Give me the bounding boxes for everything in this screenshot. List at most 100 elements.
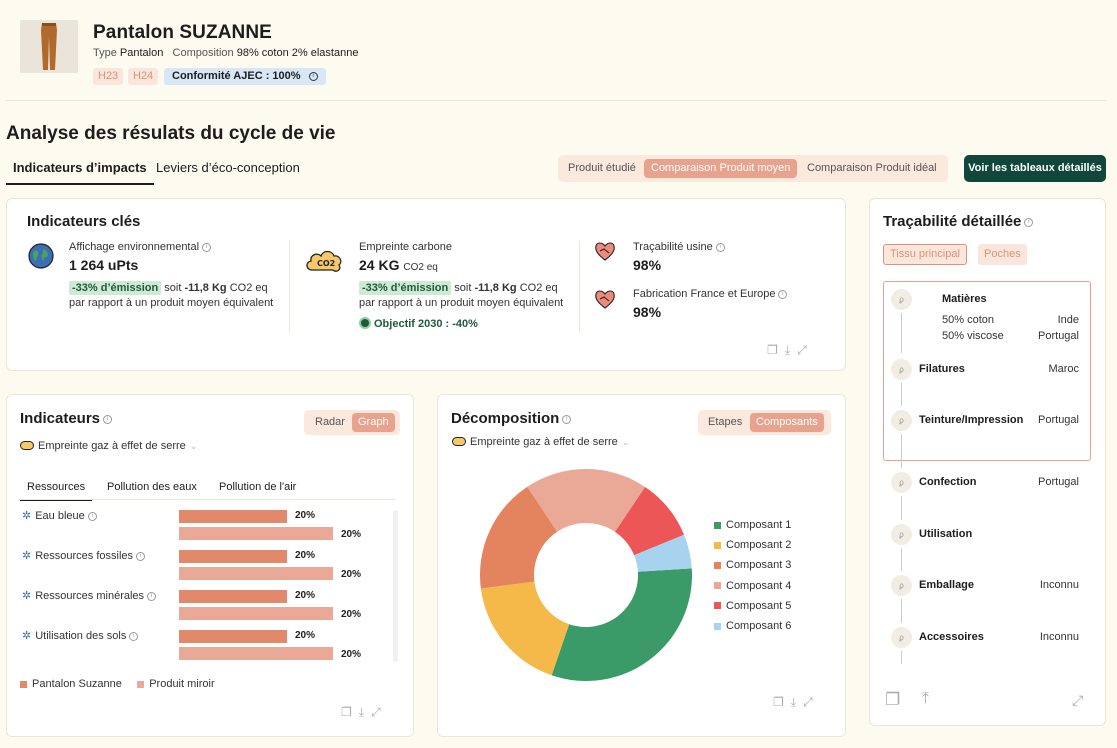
info-icon[interactable]: i xyxy=(103,414,113,424)
emission-tag: -33% d’émission xyxy=(359,281,452,295)
bar-value-label: 20% xyxy=(341,609,362,620)
material-origin: Inde xyxy=(1057,314,1079,326)
step-value: Portugal xyxy=(1038,476,1079,488)
objective-2030: Objectif 2030 : -40% xyxy=(359,317,478,330)
info-icon[interactable]: i xyxy=(129,631,139,641)
info-icon[interactable]: i xyxy=(715,242,725,252)
product-thumbnail xyxy=(20,20,78,73)
subtab-resources[interactable]: Ressources xyxy=(20,481,92,501)
donut-slice-composant-1[interactable] xyxy=(551,568,692,681)
season-badge-h24: H24 xyxy=(128,68,159,85)
step-connector xyxy=(901,651,902,664)
bar-category-label: ✲ Eau bleue i xyxy=(22,509,97,522)
expand-icon[interactable]: ⤢ xyxy=(1072,692,1083,709)
product-title: Pantalon SUZANNE xyxy=(93,22,272,43)
step-node-icon: ϼ xyxy=(891,472,912,493)
donut-slice-composant-2[interactable] xyxy=(480,581,570,676)
download-icon[interactable]: ⤓ xyxy=(359,705,371,720)
copy-icon[interactable]: ❐ xyxy=(341,705,359,719)
bar-miroir[interactable] xyxy=(179,647,333,660)
info-icon[interactable]: i xyxy=(147,591,157,601)
product-meta: Type Pantalon Composition 98% coton 2% e… xyxy=(93,47,359,59)
subtab-water-pollution[interactable]: Pollution des eaux xyxy=(107,481,197,493)
bar-value-label: 20% xyxy=(295,590,316,601)
info-icon[interactable]: i xyxy=(202,242,212,252)
bar-pantalon[interactable] xyxy=(179,550,287,563)
info-icon[interactable]: i xyxy=(778,289,788,299)
chip-pockets[interactable]: Poches xyxy=(978,244,1027,265)
bar-pantalon[interactable] xyxy=(179,510,287,523)
divider xyxy=(289,241,290,333)
chevron-down-icon: ⌄ xyxy=(621,437,630,447)
indicators-view-switch: Radar Graph xyxy=(304,410,400,435)
legend-item-miroir: Produit miroir xyxy=(137,678,215,690)
info-icon[interactable]: i xyxy=(136,551,146,561)
option-average-product[interactable]: Comparaison Produit moyen xyxy=(644,159,798,178)
option-graph[interactable]: Graph xyxy=(352,413,395,432)
chip-main-fabric[interactable]: Tissu principal xyxy=(883,244,967,265)
legend-item-composant: Composant 1 xyxy=(714,518,791,538)
bar-pantalon[interactable] xyxy=(179,630,287,643)
bar-miroir[interactable] xyxy=(179,607,333,620)
traceability-title: Traçabilité détaillée i xyxy=(883,213,1034,230)
expand-icon[interactable]: ⤢ xyxy=(803,695,820,710)
step-node-icon: ϼ xyxy=(891,524,912,545)
info-icon[interactable]: i xyxy=(87,511,97,521)
co2-cloud-icon xyxy=(452,437,466,446)
expand-icon[interactable]: ⤢ xyxy=(371,705,388,720)
bar-legend: Pantalon Suzanne Produit miroir xyxy=(20,678,215,690)
decomposition-view-switch: Etapes Composants xyxy=(698,410,831,435)
bar-value-label: 20% xyxy=(295,630,316,641)
bar-pantalon[interactable] xyxy=(179,590,287,603)
option-studied-product[interactable]: Produit étudié xyxy=(568,159,636,178)
resource-icon: ✲ xyxy=(22,590,32,602)
step-value: Inconnu xyxy=(1039,579,1079,591)
option-radar[interactable]: Radar xyxy=(315,413,345,432)
co2-cloud-icon xyxy=(20,441,34,450)
copy-icon[interactable]: ❐ xyxy=(885,690,900,710)
step-connector xyxy=(901,548,902,571)
download-icon[interactable]: ⤓ xyxy=(785,343,797,358)
bar-miroir[interactable] xyxy=(179,567,333,580)
material-name: 50% coton xyxy=(942,314,994,326)
step-connector xyxy=(901,313,902,353)
product-type: Pantalon xyxy=(119,47,164,59)
legend-item-composant: Composant 4 xyxy=(714,579,791,599)
step-value: Portugal xyxy=(1038,414,1079,426)
made-in-value: 98% xyxy=(633,304,662,320)
option-ideal-product[interactable]: Comparaison Produit idéal xyxy=(807,159,937,178)
upload-icon[interactable]: ⤒ xyxy=(922,690,929,708)
card-toolbar: ❐⤓⤢ xyxy=(341,705,388,720)
metric-dropdown[interactable]: Empreinte gaz à effet de serre ⌄ xyxy=(20,440,197,452)
bar-value-label: 20% xyxy=(341,649,362,660)
co2-cloud-icon: CO2 xyxy=(303,245,345,280)
material-name: 50% viscose xyxy=(942,330,1004,342)
traceability-value: 98% xyxy=(633,257,662,273)
bar-miroir[interactable] xyxy=(179,527,333,540)
tab-eco-design-levers[interactable]: Leviers d’éco-conception xyxy=(156,160,300,175)
product-composition: 98% coton 2% elastanne xyxy=(236,47,359,59)
detailed-tables-button[interactable]: Voir les tableaux détaillés xyxy=(964,155,1106,182)
option-components[interactable]: Composants xyxy=(750,413,824,432)
tab-impact-indicators[interactable]: Indicateurs d’impacts xyxy=(6,160,154,185)
expand-icon[interactable]: ⤢ xyxy=(797,343,814,358)
info-icon[interactable]: i xyxy=(562,414,572,424)
step-node-icon: ϼ xyxy=(891,289,912,310)
legend-item-pantalon: Pantalon Suzanne xyxy=(20,678,122,690)
option-steps[interactable]: Etapes xyxy=(708,413,742,432)
metric-dropdown[interactable]: Empreinte gaz à effet de serre ⌄ xyxy=(452,436,629,448)
carbon-label: Empreinte carbone xyxy=(359,241,452,253)
step-connector xyxy=(901,599,902,623)
bar-value-label: 20% xyxy=(341,529,362,540)
copy-icon[interactable]: ❐ xyxy=(773,695,791,709)
download-icon[interactable]: ⤓ xyxy=(791,695,803,710)
info-icon[interactable]: i xyxy=(308,71,318,81)
step-label: Emballage xyxy=(919,579,975,591)
bar-value-label: 20% xyxy=(341,569,362,580)
step-connector xyxy=(901,434,902,468)
info-icon[interactable]: i xyxy=(1024,217,1034,227)
subtab-air-pollution[interactable]: Pollution de l'air xyxy=(219,481,296,493)
decomposition-title: Décomposition i xyxy=(451,410,572,427)
copy-icon[interactable]: ❐ xyxy=(767,343,785,357)
scrollbar[interactable] xyxy=(393,510,398,662)
